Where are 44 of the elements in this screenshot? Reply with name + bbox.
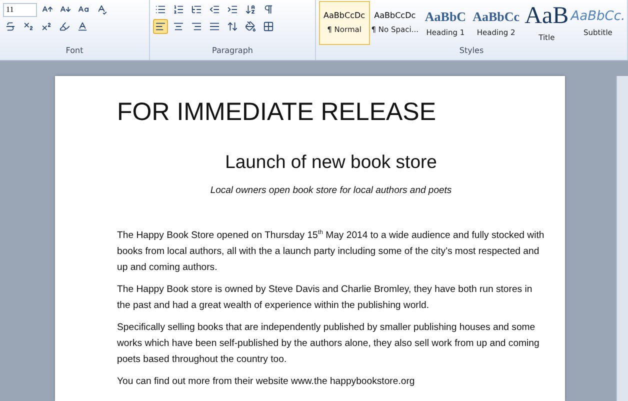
style-preview: AaBbC bbox=[424, 10, 466, 22]
group-label: Font bbox=[64, 46, 84, 57]
increase-indent-icon bbox=[227, 4, 238, 15]
spelling-icon bbox=[96, 4, 107, 15]
document-heading: FOR IMMEDIATE RELEASE bbox=[117, 98, 438, 127]
superscript-icon bbox=[41, 21, 52, 32]
style-preview: AaBbCcDc bbox=[324, 12, 366, 20]
bullets-icon bbox=[155, 4, 166, 15]
decrease-indent-icon bbox=[209, 4, 220, 15]
align-center-icon bbox=[173, 21, 184, 32]
multilevel-list-icon bbox=[191, 4, 202, 15]
paragraph: The Happy Book Store opened on Thursday 15$^{th}$ May 2014 to a wide audience and fully stocked with books from local authors, all with the a launch party including some of the city’s most respected and up and coming authors. bbox=[117, 228, 545, 275]
align-left-icon bbox=[155, 21, 166, 32]
grow-font-icon bbox=[42, 4, 53, 15]
paragraph: The Happy Book store is owned by Steve Davis and Charlie Bromley, they have both run stores in the past and had a great wealth of experience within the publishing world. bbox=[117, 283, 534, 313]
strikethrough-icon bbox=[5, 21, 16, 32]
line-spacing-icon bbox=[227, 21, 238, 32]
align-right-icon bbox=[191, 21, 202, 32]
paragraph: You can find out more from their website www.the happybookstore.org bbox=[117, 375, 416, 389]
shading-icon bbox=[245, 21, 256, 32]
font-size-field[interactable]: 11 bbox=[3, 2, 37, 16]
numbering-icon bbox=[173, 4, 184, 15]
style-preview: AaBbCc. bbox=[570, 10, 626, 22]
justify-icon bbox=[209, 21, 220, 32]
borders-icon bbox=[263, 21, 274, 32]
pilcrow-icon bbox=[263, 4, 274, 15]
scrollbar[interactable] bbox=[616, 76, 628, 401]
subscript-icon bbox=[23, 21, 34, 32]
font-color-icon bbox=[77, 21, 88, 32]
paragraph: Specifically selling books that are independently published by smaller publishing houses and some works which have been self-published by the authors alone, they also sell work from up and coming poets based throughout the country too. bbox=[117, 321, 540, 367]
document-subtitle: Local owners open book store for local authors and poets bbox=[209, 185, 453, 196]
highlight-icon bbox=[59, 21, 70, 32]
change-case-icon bbox=[78, 4, 89, 15]
shrink-font-icon bbox=[60, 4, 71, 15]
align-button[interactable] bbox=[153, 19, 168, 34]
shading-button[interactable] bbox=[243, 19, 258, 34]
style-preview: AaBbCc bbox=[472, 10, 520, 22]
borders-button[interactable] bbox=[261, 19, 276, 34]
group-label: Paragraph bbox=[211, 46, 254, 57]
document-title: Launch of new book store bbox=[224, 151, 438, 173]
sort-icon bbox=[245, 4, 256, 15]
style-preview: AaBbCcDc bbox=[374, 12, 416, 20]
style-preview: AaB bbox=[524, 4, 569, 28]
group-label: Styles bbox=[458, 46, 485, 57]
